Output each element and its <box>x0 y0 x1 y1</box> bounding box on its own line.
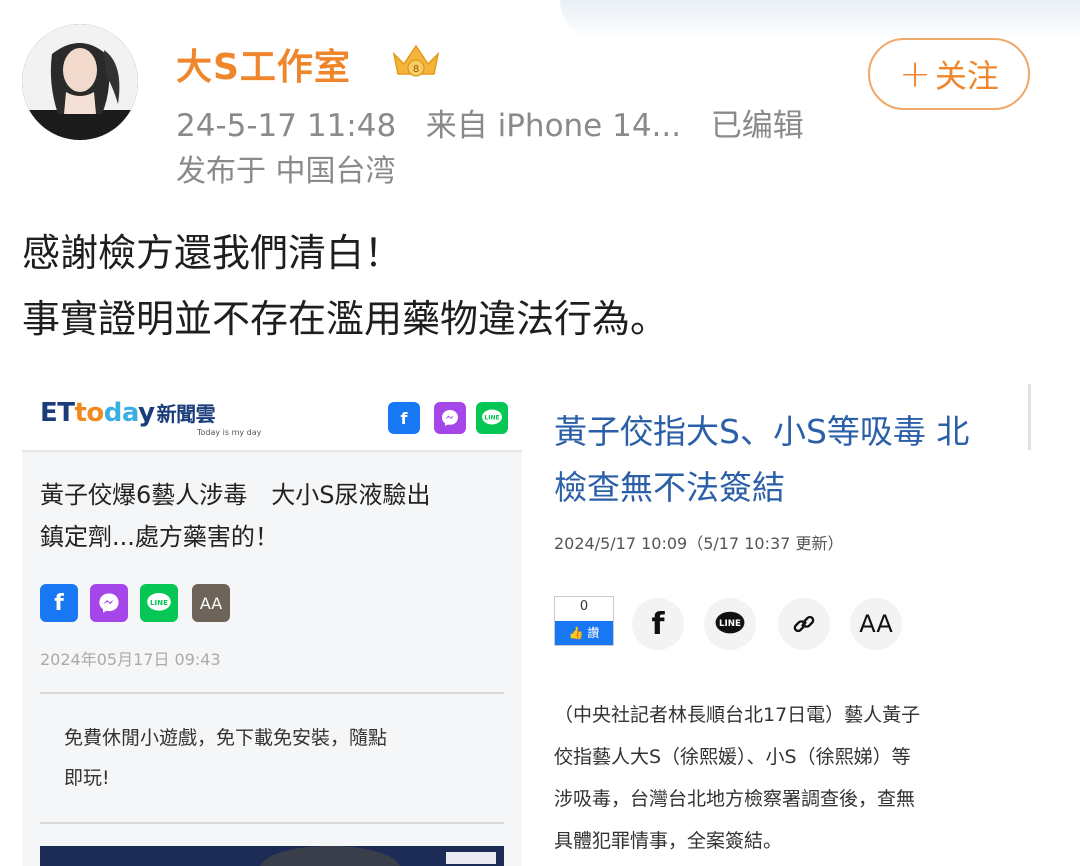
article-date: 2024年05月17日 09:43 <box>40 650 221 669</box>
cna-article-date: 2024/5/17 10:09（5/17 10:37 更新） <box>554 534 844 553</box>
post-time: 24-5-17 11:48 <box>176 108 397 144</box>
cna-article-body: （中央社記者林長順台北17日電）藝人黃子 佼指藝人大S（徐熙媛）、小S（徐熙娣）… <box>554 704 921 852</box>
ad-image[interactable] <box>40 846 504 866</box>
header-background <box>560 0 1080 40</box>
facebook-icon[interactable]: f <box>40 584 78 622</box>
ettoday-header: ETtoday 新聞雲 Today is my day f LINE <box>22 384 522 452</box>
ettoday-screenshot[interactable]: ETtoday 新聞雲 Today is my day f LINE 黃子佼爆6藝… <box>22 384 522 866</box>
post-meta: 24-5-17 11:48 来自 iPhone 14... 已编辑 <box>176 100 804 145</box>
line-icon[interactable]: LINE <box>140 584 178 622</box>
facebook-like-button[interactable]: 0 👍 讚 <box>554 596 614 646</box>
text-size-icon[interactable]: AA <box>192 584 230 622</box>
messenger-icon[interactable] <box>90 584 128 622</box>
svg-text:8: 8 <box>413 64 419 75</box>
svg-text:LINE: LINE <box>719 619 741 629</box>
messenger-icon[interactable] <box>434 402 466 434</box>
facebook-icon[interactable]: f <box>388 402 420 434</box>
divider <box>1028 384 1031 450</box>
divider <box>40 692 504 694</box>
ad-text[interactable]: 免費休閒小遊戲，免下載免安裝，隨點 即玩! <box>64 718 484 798</box>
post-text-line: 事實證明並不存在濫用藥物違法行為。 <box>22 297 669 341</box>
like-count: 0 <box>579 599 589 614</box>
ettoday-logo: ETtoday 新聞雲 <box>40 398 216 428</box>
post-location: 发布于 中国台湾 <box>176 154 396 189</box>
ettoday-slogan: Today is my day <box>197 428 262 437</box>
follow-label: 关注 <box>934 57 999 95</box>
post-source: 来自 iPhone 14... <box>425 108 682 144</box>
post-text-line: 感謝檢方還我們清白！ <box>22 231 403 275</box>
thumbs-up-icon: 👍 <box>568 626 584 640</box>
divider <box>40 822 504 824</box>
svg-text:LINE: LINE <box>484 415 499 422</box>
line-icon[interactable]: LINE <box>476 402 508 434</box>
text-size-icon[interactable]: AA <box>850 598 902 650</box>
vip-crown-icon: 8 <box>392 44 440 77</box>
copy-link-icon[interactable] <box>778 598 830 650</box>
avatar-image <box>22 24 138 140</box>
facebook-share-icon[interactable]: f <box>632 598 684 650</box>
like-label: 👍 讚 <box>555 621 613 645</box>
line-share-icon[interactable]: LINE <box>704 598 756 650</box>
avatar[interactable] <box>22 24 138 140</box>
article-headline[interactable]: 黃子佼爆6藝人涉毒 大小S尿液驗出 鎮定劑...處方藥害的！ <box>40 474 510 558</box>
username[interactable]: 大S工作室 <box>176 38 351 90</box>
follow-button[interactable]: + 关注 <box>868 38 1030 110</box>
svg-text:LINE: LINE <box>150 598 168 607</box>
cna-article-title[interactable]: 黃子佼指大S、小S等吸毒 北 檢查無不法簽結 <box>554 404 1024 516</box>
post-edited: 已编辑 <box>710 108 804 144</box>
plus-icon: + <box>899 52 931 96</box>
